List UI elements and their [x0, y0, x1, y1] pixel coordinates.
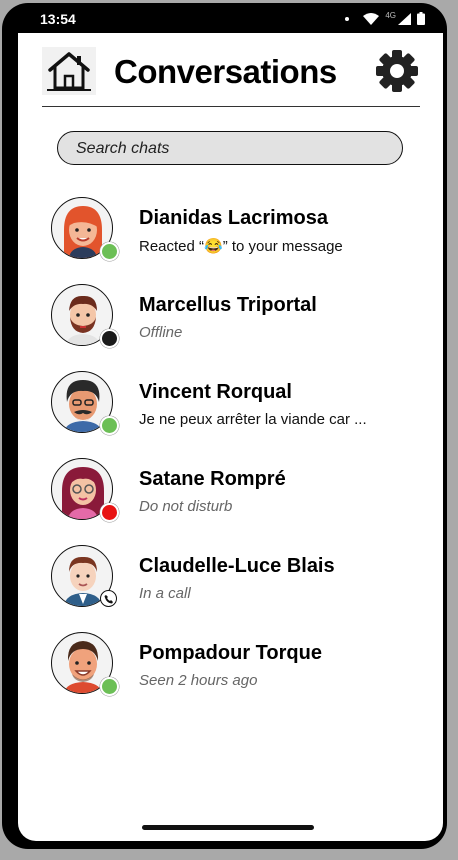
search-input[interactable] — [74, 132, 388, 166]
in-call-status-indicator — [100, 590, 117, 607]
chat-list-item[interactable]: Pompadour Torque Seen 2 hours ago — [18, 632, 443, 712]
home-button[interactable] — [42, 47, 96, 95]
app-screen: Conversations Search chats Dianidas Lacr… — [18, 33, 443, 841]
online-status-indicator — [100, 242, 119, 261]
notification-dot-icon — [345, 16, 350, 21]
online-status-indicator — [100, 677, 119, 696]
chat-name: Marcellus Triportal — [139, 294, 317, 316]
chat-name: Satane Rompré — [139, 468, 286, 490]
chat-list-item[interactable]: Satane Rompré Do not disturb — [18, 458, 443, 538]
battery-icon — [417, 12, 425, 25]
status-icons: 4G — [345, 11, 425, 25]
chat-list-item[interactable]: Vincent Rorqual Je ne peux arrêter la vi… — [18, 371, 443, 451]
phone-frame: 13:54 4G Conversations Search chats Dian… — [2, 3, 447, 849]
settings-button[interactable] — [375, 49, 419, 98]
offline-status-indicator — [100, 329, 119, 348]
online-status-indicator — [100, 416, 119, 435]
chat-list-item[interactable]: Claudelle-Luce Blais In a call — [18, 545, 443, 625]
do-not-disturb-status-indicator — [100, 503, 119, 522]
chat-status-text: In a call — [139, 585, 191, 602]
cell-signal-icon — [398, 12, 411, 25]
search-bar[interactable] — [57, 131, 403, 166]
home-icon — [47, 52, 91, 91]
chat-last-message: Je ne peux arrêter la viande car ... — [139, 411, 367, 428]
chat-status-text: Offline — [139, 324, 183, 341]
chat-status-text: Do not disturb — [139, 498, 233, 515]
status-time: 13:54 — [40, 11, 76, 27]
chat-list-item[interactable]: Dianidas Lacrimosa Reacted “😂” to your m… — [18, 197, 443, 277]
chat-name: Vincent Rorqual — [139, 381, 292, 403]
chat-name: Pompadour Torque — [139, 642, 322, 664]
wifi-icon — [363, 12, 380, 25]
chat-list-item[interactable]: Marcellus Triportal Offline — [18, 284, 443, 364]
chat-name: Dianidas Lacrimosa — [139, 207, 328, 229]
chat-last-message: Reacted “😂” to your message — [139, 238, 343, 255]
network-type-label: 4G — [385, 11, 396, 20]
phone-call-icon — [104, 594, 113, 603]
home-indicator-bar[interactable] — [142, 825, 314, 830]
chat-status-text: Seen 2 hours ago — [139, 672, 258, 689]
status-bar: 13:54 4G — [2, 3, 447, 33]
gear-icon — [376, 50, 418, 92]
page-title: Conversations — [114, 53, 337, 90]
chat-name: Claudelle-Luce Blais — [139, 555, 335, 577]
header-divider — [42, 106, 420, 107]
